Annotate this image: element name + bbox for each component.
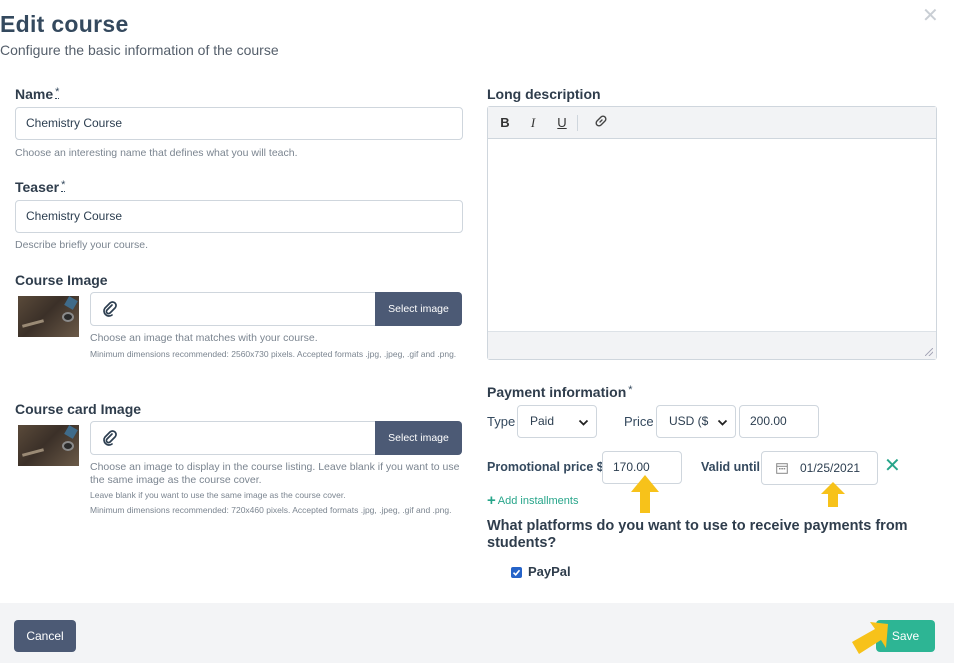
editor-toolbar: B I U [488,107,936,139]
modal-subtitle: Configure the basic information of the c… [0,42,279,58]
course-image-help: Choose an image that matches with your c… [90,332,318,344]
link-icon [595,115,607,127]
type-label: Type [487,414,516,429]
chevron-down-icon [578,419,589,426]
platforms-question: What platforms do you want to use to rec… [487,518,908,551]
card-image-help-small-dimensions: Minimum dimensions recommended: 720x460 … [90,505,452,515]
long-description-label: Long description [487,86,601,102]
modal-title: Edit course [0,11,129,37]
toolbar-divider [577,115,578,131]
valid-until-label: Valid until [701,460,761,474]
calendar-icon [776,463,788,474]
close-icon[interactable]: ✕ [922,6,939,26]
card-image-file-input[interactable]: Select image [90,421,462,455]
course-image-help-small: Minimum dimensions recommended: 2560x730… [90,349,457,359]
attachment-icon [103,301,117,317]
course-image-thumbnail [18,296,79,337]
paypal-checkbox[interactable] [511,567,522,578]
card-image-label: Course card Image [15,401,142,417]
valid-until-value: 01/25/2021 [800,461,861,475]
highlight-arrow-pointer-icon [852,622,888,654]
paypal-label: PayPal [528,564,571,579]
required-mark: * [55,86,60,99]
card-image-thumbnail [18,425,79,466]
highlight-arrow-up-icon [821,482,845,507]
bold-button[interactable]: B [496,114,514,132]
payment-label: Payment information * [487,384,633,400]
teaser-input[interactable]: Chemistry Course [15,200,463,233]
valid-until-date-input[interactable]: 01/25/2021 [761,451,878,485]
course-image-label: Course Image [15,272,108,288]
modal-footer [0,603,954,663]
course-image-file-input[interactable]: Select image [90,292,462,326]
price-label: Price [624,414,654,429]
italic-button[interactable]: I [524,114,542,132]
promotional-price-label: Promotional price $ [487,460,604,474]
price-input[interactable]: 200.00 [739,405,819,438]
long-description-editor[interactable]: B I U [487,106,937,360]
check-icon [512,569,521,576]
link-button[interactable] [592,114,610,132]
underline-button[interactable]: U [553,114,571,132]
name-input[interactable]: Chemistry Course [15,107,463,140]
resize-handle-icon[interactable] [925,348,933,356]
teaser-help: Describe briefly your course. [15,239,149,251]
remove-promotion-icon[interactable]: ✕ [884,455,901,477]
plus-icon: + [487,492,496,509]
card-image-select-button[interactable]: Select image [375,421,462,455]
required-mark: * [628,384,633,396]
card-image-help: Choose an image to display in the course… [90,461,460,486]
currency-select[interactable]: USD ($ [656,405,736,438]
attachment-icon [103,430,117,446]
highlight-arrow-up-icon [631,475,659,513]
add-installments-link[interactable]: + Add installments [487,491,578,509]
editor-statusbar [488,331,936,359]
required-mark: * [61,179,66,192]
name-label: Name * [15,86,60,102]
chevron-down-icon [717,419,728,426]
cancel-button[interactable]: Cancel [14,620,76,652]
course-image-select-button[interactable]: Select image [375,292,462,326]
type-select[interactable]: Paid [517,405,597,438]
name-help: Choose an interesting name that defines … [15,147,298,159]
card-image-help-small: Leave blank if you want to use the same … [90,490,346,500]
teaser-label: Teaser * [15,179,66,195]
